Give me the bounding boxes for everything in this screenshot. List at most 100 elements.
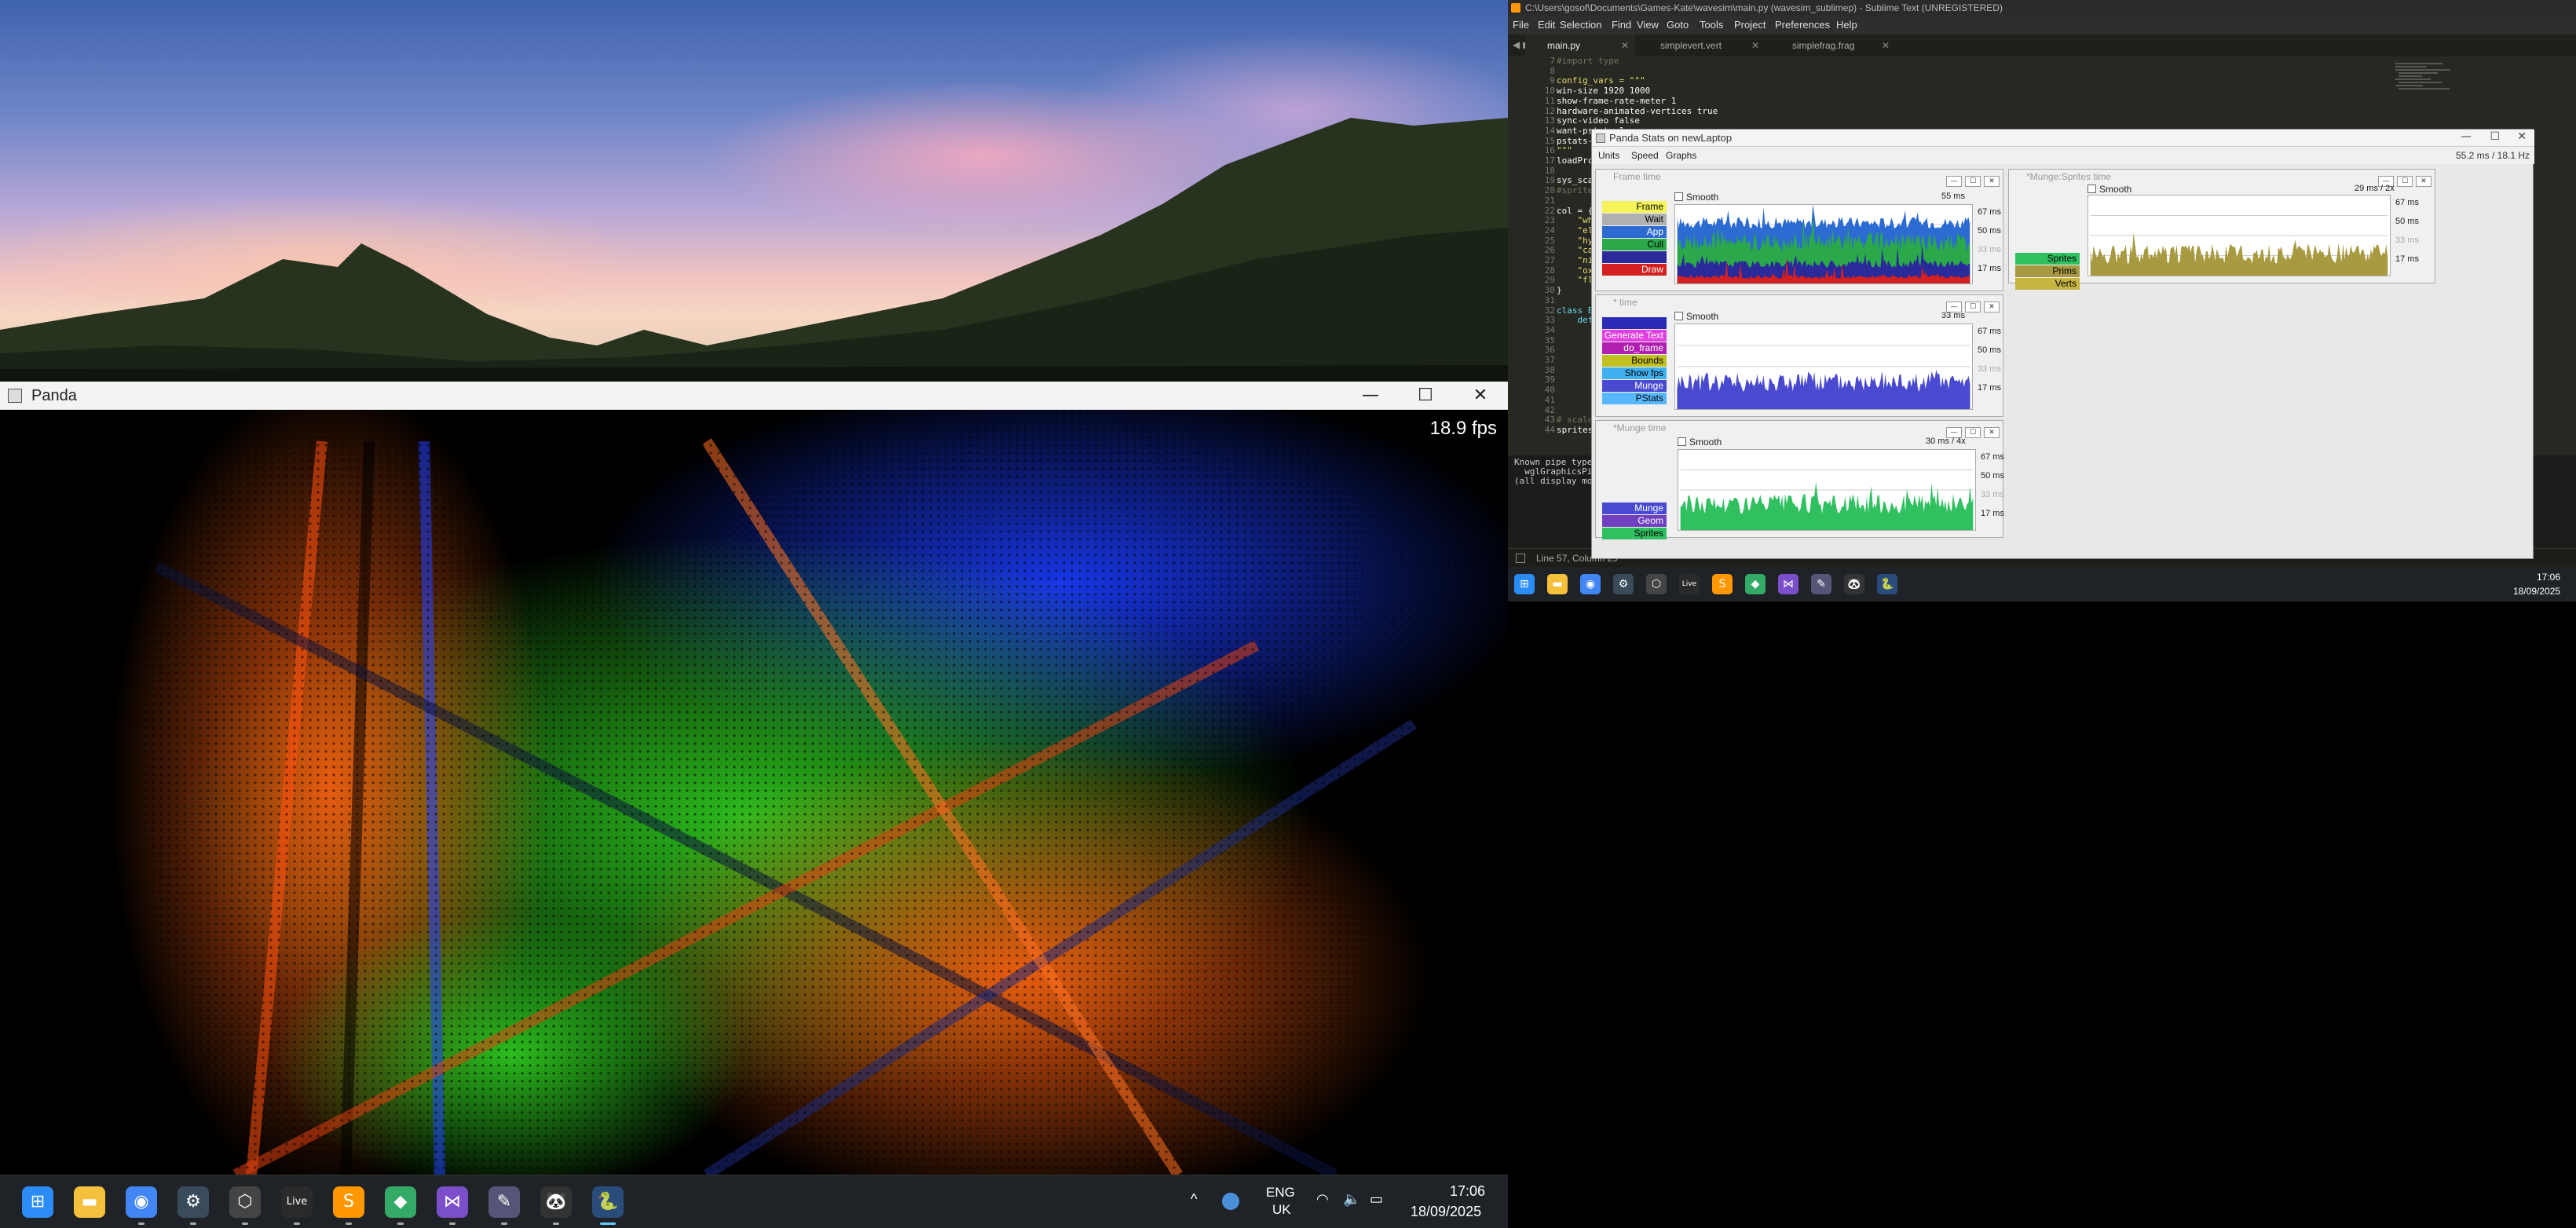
app-time-strip-chart[interactable] [1674, 323, 1973, 410]
pstats-maximize-button[interactable]: ☐ [2490, 130, 2500, 143]
clock-date[interactable]: 18/09/2025 [1411, 1204, 1481, 1220]
live-icon[interactable]: Live [281, 1186, 313, 1218]
munge-time-strip-chart[interactable] [1678, 449, 1976, 531]
legend-item[interactable]: do_frame [1602, 342, 1667, 354]
file-explorer-icon[interactable]: ▬ [1547, 574, 1568, 594]
menu-project[interactable]: Project [1734, 19, 1766, 31]
python-idle-icon[interactable]: ✎ [1811, 574, 1831, 594]
menu-preferences[interactable]: Preferences [1775, 19, 1830, 31]
panel-toggle-icon[interactable] [1516, 554, 1525, 563]
clock-time[interactable]: 17:06 [1450, 1183, 1485, 1200]
steam-icon[interactable]: ⚙ [177, 1186, 209, 1218]
panda-render-canvas[interactable]: 18.9 fps [0, 410, 1508, 1175]
language-indicator-bottom[interactable]: UK [1272, 1202, 1291, 1218]
language-indicator-top[interactable]: ENG [1266, 1185, 1295, 1201]
git-icon[interactable]: ◆ [385, 1186, 416, 1218]
legend-item[interactable]: Sprites [1602, 528, 1667, 539]
maximize-icon[interactable]: ☐ [1965, 176, 1981, 187]
panda-icon[interactable]: 🐼 [1844, 574, 1864, 594]
file-explorer-icon[interactable]: ▬ [74, 1186, 105, 1218]
start-icon[interactable]: ⊞ [1514, 574, 1535, 594]
menu-selection[interactable]: Selection [1560, 19, 1601, 31]
menu-file[interactable]: File [1513, 19, 1529, 31]
legend-item[interactable] [1602, 317, 1667, 329]
python-idle-icon[interactable]: ✎ [488, 1186, 520, 1218]
smooth-toggle[interactable]: Smooth [2088, 184, 2131, 195]
maximize-icon[interactable]: ☐ [2397, 176, 2413, 187]
close-button[interactable]: ✕ [1453, 382, 1508, 410]
git-icon[interactable]: ◆ [1745, 574, 1766, 594]
menu-help[interactable]: Help [1836, 19, 1857, 31]
code-minimap[interactable] [2395, 63, 2505, 110]
frame-time-strip-chart[interactable] [1674, 204, 1973, 284]
smooth-toggle[interactable]: Smooth [1674, 192, 1718, 203]
legend-item[interactable]: Show fps [1602, 367, 1667, 379]
pstats-minimize-button[interactable]: — [2461, 130, 2472, 143]
smooth-checkbox[interactable] [1674, 192, 1683, 201]
wifi-icon[interactable]: ◠ [1316, 1191, 1329, 1208]
pstats-titlebar[interactable]: Panda Stats on newLaptop — ☐ ✕ [1592, 130, 2534, 147]
legend-item[interactable]: Bounds [1602, 355, 1667, 367]
menu-edit[interactable]: Edit [1538, 19, 1555, 31]
python-icon[interactable]: 🐍 [1877, 574, 1897, 594]
maximize-icon[interactable]: ☐ [1965, 427, 1981, 438]
menu-tools[interactable]: Tools [1700, 19, 1723, 31]
legend-item[interactable]: Wait [1602, 214, 1667, 225]
panda-titlebar[interactable]: Panda — ☐ ✕ [0, 382, 1508, 410]
close-icon[interactable]: ✕ [1751, 35, 1759, 57]
sublime-text-icon[interactable]: S [333, 1186, 364, 1218]
menu-graphs[interactable]: Graphs [1666, 150, 1696, 161]
menu-view[interactable]: View [1637, 19, 1659, 31]
volume-icon[interactable]: 🔈 [1343, 1191, 1360, 1208]
unity-icon[interactable]: ⬡ [1646, 574, 1667, 594]
steam-icon[interactable]: ⚙ [1613, 574, 1634, 594]
menu-goto[interactable]: Goto [1667, 19, 1689, 31]
legend-item[interactable]: Verts [2015, 278, 2080, 290]
visual-studio-icon[interactable]: ⋈ [437, 1186, 468, 1218]
close-icon[interactable]: ✕ [1984, 176, 2000, 187]
battery-icon[interactable]: ▭ [1370, 1191, 1383, 1208]
chrome-icon[interactable]: ◉ [1580, 574, 1601, 594]
close-icon[interactable]: ✕ [1621, 35, 1629, 57]
clock-time[interactable]: 17:06 [2537, 572, 2560, 583]
live-icon[interactable]: Live [1679, 574, 1700, 594]
tab-simplevert-vert[interactable]: simplevert.vert ✕ [1638, 35, 1766, 57]
onedrive-icon[interactable] [1222, 1193, 1239, 1210]
maximize-button[interactable]: ☐ [1398, 382, 1453, 410]
minimize-icon[interactable]: — [1946, 176, 1962, 187]
panda-icon[interactable]: 🐼 [540, 1186, 572, 1218]
legend-item[interactable]: PStats [1602, 393, 1667, 404]
sublime-text-icon[interactable]: S [1712, 574, 1733, 594]
legend-item[interactable]: Draw [1602, 264, 1667, 276]
tab-main-py[interactable]: main.py ✕ [1525, 35, 1635, 57]
smooth-toggle[interactable]: Smooth [1678, 437, 1722, 448]
legend-item[interactable]: Geom [1602, 515, 1667, 527]
close-icon[interactable]: ✕ [2416, 176, 2431, 187]
menu-find[interactable]: Find [1612, 19, 1631, 31]
smooth-toggle[interactable]: Smooth [1674, 311, 1718, 322]
tab-simplefrag-frag[interactable]: simplefrag.frag ✕ [1770, 35, 1896, 57]
legend-item[interactable]: Prims [2015, 265, 2080, 277]
minimize-button[interactable]: — [1343, 382, 1398, 410]
legend-item[interactable]: Cull [1602, 239, 1667, 250]
legend-item[interactable]: Sprites [2015, 253, 2080, 265]
unity-icon[interactable]: ⬡ [229, 1186, 261, 1218]
visual-studio-icon[interactable]: ⋈ [1778, 574, 1798, 594]
pstats-close-button[interactable]: ✕ [2517, 130, 2527, 143]
menu-units[interactable]: Units [1598, 150, 1619, 161]
smooth-checkbox[interactable] [2088, 185, 2096, 193]
legend-item[interactable]: Munge [1602, 380, 1667, 392]
python-icon[interactable]: 🐍 [592, 1186, 624, 1218]
legend-item[interactable] [1602, 251, 1667, 263]
legend-item[interactable]: Generate Text [1602, 330, 1667, 342]
smooth-checkbox[interactable] [1678, 437, 1686, 446]
menu-speed[interactable]: Speed [1631, 150, 1659, 161]
sprites-time-strip-chart[interactable] [2088, 195, 2391, 276]
close-icon[interactable]: ✕ [1882, 35, 1890, 57]
close-icon[interactable]: ✕ [1984, 302, 2000, 312]
smooth-checkbox[interactable] [1674, 312, 1683, 320]
maximize-icon[interactable]: ☐ [1965, 302, 1981, 312]
legend-item[interactable]: Munge [1602, 503, 1667, 514]
tray-chevron-icon[interactable]: ^ [1191, 1191, 1197, 1208]
start-icon[interactable]: ⊞ [22, 1186, 53, 1218]
